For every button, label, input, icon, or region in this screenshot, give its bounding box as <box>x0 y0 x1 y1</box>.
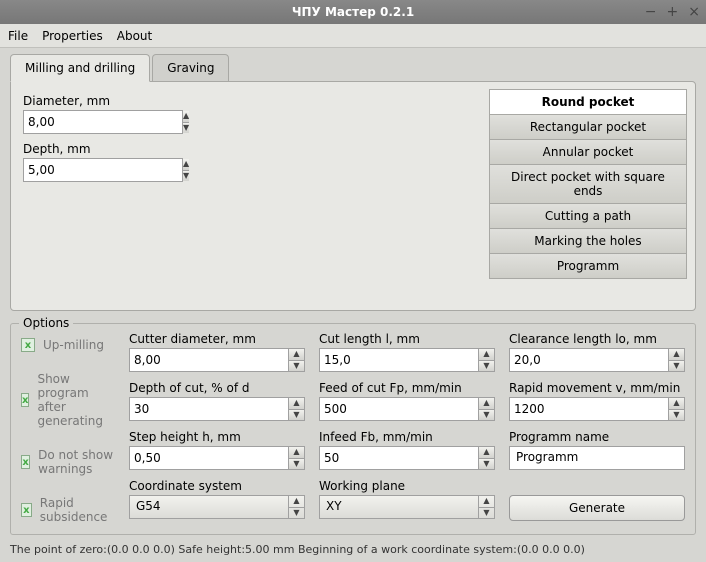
programm-name-input[interactable]: Programm <box>509 446 685 470</box>
clearance-length-label: Clearance length lo, mm <box>509 332 685 346</box>
cut-length-input[interactable]: ▲▼ <box>319 348 495 372</box>
op-programm[interactable]: Programm <box>489 253 687 279</box>
tab-milling[interactable]: Milling and drilling <box>10 54 150 82</box>
op-direct-pocket[interactable]: Direct pocket with square ends <box>489 164 687 204</box>
check-icon: x <box>21 338 35 352</box>
depth-of-cut-label: Depth of cut, % of d <box>129 381 305 395</box>
minimize-icon[interactable]: − <box>645 4 657 20</box>
step-height-input[interactable]: ▲▼ <box>129 446 305 470</box>
infeed-label: Infeed Fb, mm/min <box>319 430 495 444</box>
tab-graving[interactable]: Graving <box>152 54 229 82</box>
titlebar: ЧПУ Мастер 0.2.1 − + × <box>0 0 706 24</box>
close-icon[interactable]: × <box>688 4 700 20</box>
spin-up-icon[interactable]: ▲ <box>183 159 189 171</box>
check-show-program[interactable]: xShow program after generating <box>21 372 117 428</box>
spin-down-icon[interactable]: ▼ <box>183 171 189 182</box>
check-no-warnings[interactable]: xDo not show warnings <box>21 448 117 476</box>
infeed-input[interactable]: ▲▼ <box>319 446 495 470</box>
maximize-icon[interactable]: + <box>667 4 679 20</box>
working-plane-select[interactable]: XY▲▼ <box>319 495 495 519</box>
tab-panel: Diameter, mm ▲▼ Depth, mm ▲▼ Round pocke… <box>10 81 696 311</box>
depth-of-cut-input[interactable]: ▲▼ <box>129 397 305 421</box>
cutter-diameter-label: Cutter diameter, mm <box>129 332 305 346</box>
check-icon: x <box>21 393 29 407</box>
coord-system-select[interactable]: G54▲▼ <box>129 495 305 519</box>
rapid-movement-input[interactable]: ▲▼ <box>509 397 685 421</box>
spin-up-icon[interactable]: ▲ <box>183 111 189 123</box>
diameter-label: Diameter, mm <box>23 94 485 108</box>
menu-properties[interactable]: Properties <box>42 29 103 43</box>
coord-system-label: Coordinate system <box>129 479 305 493</box>
check-icon: x <box>21 455 30 469</box>
options-panel: Options xUp-milling xShow program after … <box>10 323 696 535</box>
menubar: File Properties About <box>0 24 706 48</box>
depth-input[interactable]: ▲▼ <box>23 158 183 182</box>
op-annular-pocket[interactable]: Annular pocket <box>489 139 687 165</box>
operation-list: Round pocket Rectangular pocket Annular … <box>489 90 687 302</box>
window-title: ЧПУ Мастер 0.2.1 <box>292 5 414 19</box>
generate-button[interactable]: Generate <box>509 495 685 521</box>
op-marking-holes[interactable]: Marking the holes <box>489 228 687 254</box>
feed-label: Feed of cut Fp, mm/min <box>319 381 495 395</box>
check-up-milling[interactable]: xUp-milling <box>21 338 117 352</box>
spin-down-icon[interactable]: ▼ <box>183 123 189 134</box>
rapid-movement-label: Rapid movement v, mm/min <box>509 381 685 395</box>
feed-input[interactable]: ▲▼ <box>319 397 495 421</box>
check-icon: x <box>21 503 32 517</box>
working-plane-label: Working plane <box>319 479 495 493</box>
op-cut-path[interactable]: Cutting a path <box>489 203 687 229</box>
diameter-input[interactable]: ▲▼ <box>23 110 183 134</box>
menu-about[interactable]: About <box>117 29 152 43</box>
op-rect-pocket[interactable]: Rectangular pocket <box>489 114 687 140</box>
check-rapid-subsidence[interactable]: xRapid subsidence <box>21 496 117 524</box>
cutter-diameter-input[interactable]: ▲▼ <box>129 348 305 372</box>
programm-name-label: Programm name <box>509 430 685 444</box>
clearance-length-input[interactable]: ▲▼ <box>509 348 685 372</box>
menu-file[interactable]: File <box>8 29 28 43</box>
cut-length-label: Cut length l, mm <box>319 332 495 346</box>
step-height-label: Step height h, mm <box>129 430 305 444</box>
options-legend: Options <box>19 316 73 330</box>
depth-label: Depth, mm <box>23 142 485 156</box>
op-round-pocket[interactable]: Round pocket <box>489 89 687 115</box>
